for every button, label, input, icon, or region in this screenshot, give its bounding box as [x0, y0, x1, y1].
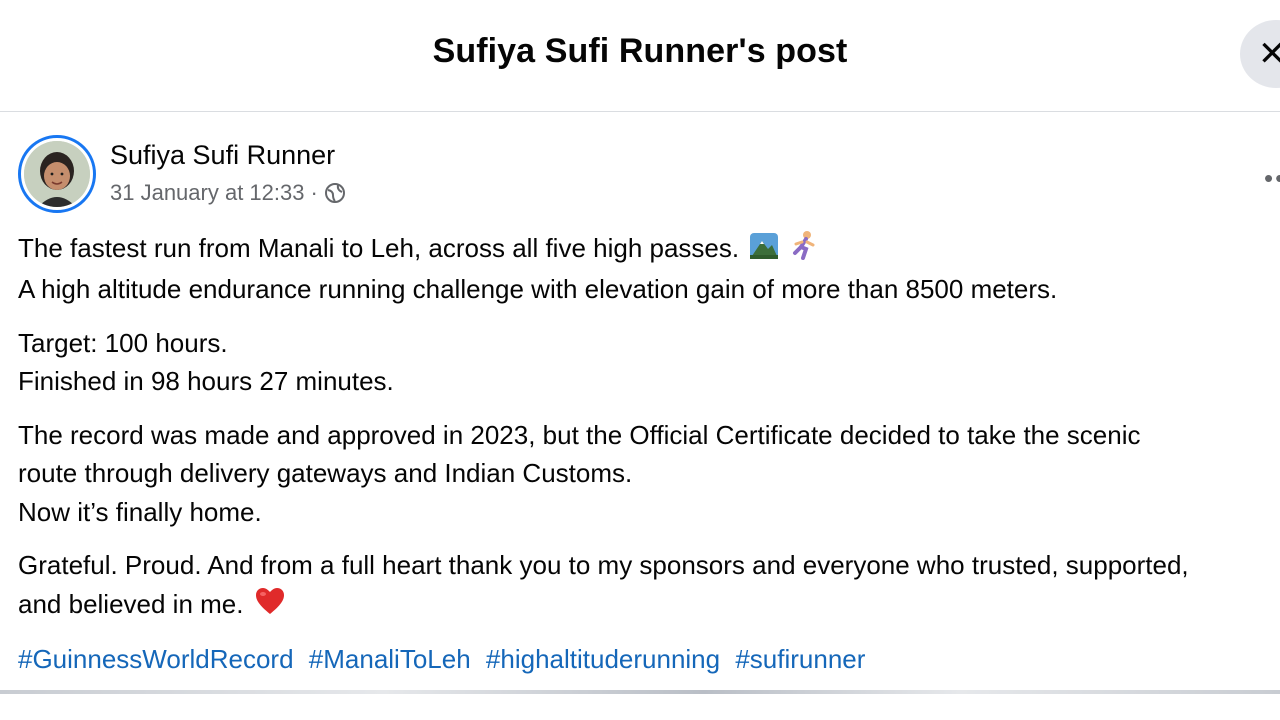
post-text-line: route through delivery gateways and Indi… — [18, 458, 633, 489]
runner-emoji — [790, 230, 818, 271]
post-text-line: and believed in me. — [18, 588, 244, 619]
red-heart-emoji — [255, 587, 285, 626]
post-text-line: A high altitude endurance running challe… — [18, 274, 1058, 305]
hashtag-list: #GuinnessWorldRecord #ManaliToLeh #higha… — [18, 640, 1280, 679]
paragraph-2: Target: 100 hours. Finished in 98 hours … — [18, 324, 1280, 401]
hashtag-link[interactable]: #highaltituderunning — [486, 644, 720, 674]
author-name[interactable]: Sufiya Sufi Runner — [110, 140, 335, 171]
paragraph-1: The fastest run from Manali to Leh, acro… — [18, 229, 1280, 309]
close-icon: ✕ — [1258, 35, 1280, 73]
hashtag-link[interactable]: #GuinnessWorldRecord — [18, 644, 294, 674]
post-text-line: The fastest run from Manali to Leh, acro… — [18, 233, 740, 263]
post-text-line: The record was made and approved in 2023… — [18, 419, 1141, 450]
post-text-line: Now it’s finally home. — [18, 496, 262, 527]
post-divider — [0, 690, 1280, 694]
globe-icon[interactable] — [324, 182, 346, 204]
avatar[interactable] — [18, 135, 96, 213]
meta-separator: · — [310, 180, 318, 205]
more-options-icon[interactable]: •• — [1264, 163, 1280, 194]
post-text-line: Finished in 98 hours 27 minutes. — [18, 366, 394, 397]
hashtag-link[interactable]: #sufirunner — [735, 644, 865, 674]
post-card: Sufiya Sufi Runner 31 January at 12:33 ·… — [0, 113, 1280, 693]
post-text-line: Target: 100 hours. — [18, 327, 228, 358]
close-button[interactable]: ✕ — [1240, 20, 1280, 88]
post-meta: 31 January at 12:33 · — [110, 180, 346, 206]
paragraph-3: The record was made and approved in 2023… — [18, 416, 1280, 532]
paragraph-4: Grateful. Proud. And from a full heart t… — [18, 546, 1280, 625]
mountain-emoji — [750, 231, 779, 270]
post-text-line: Grateful. Proud. And from a full heart t… — [18, 550, 1189, 581]
post-body: The fastest run from Manali to Leh, acro… — [18, 229, 1280, 679]
hashtag-link[interactable]: #ManaliToLeh — [309, 644, 471, 674]
avatar-image — [24, 141, 90, 207]
dialog-title: Sufiya Sufi Runner's post — [432, 32, 848, 70]
dialog-header: Sufiya Sufi Runner's post ✕ — [0, 0, 1280, 112]
post-timestamp[interactable]: 31 January at 12:33 — [110, 180, 304, 206]
